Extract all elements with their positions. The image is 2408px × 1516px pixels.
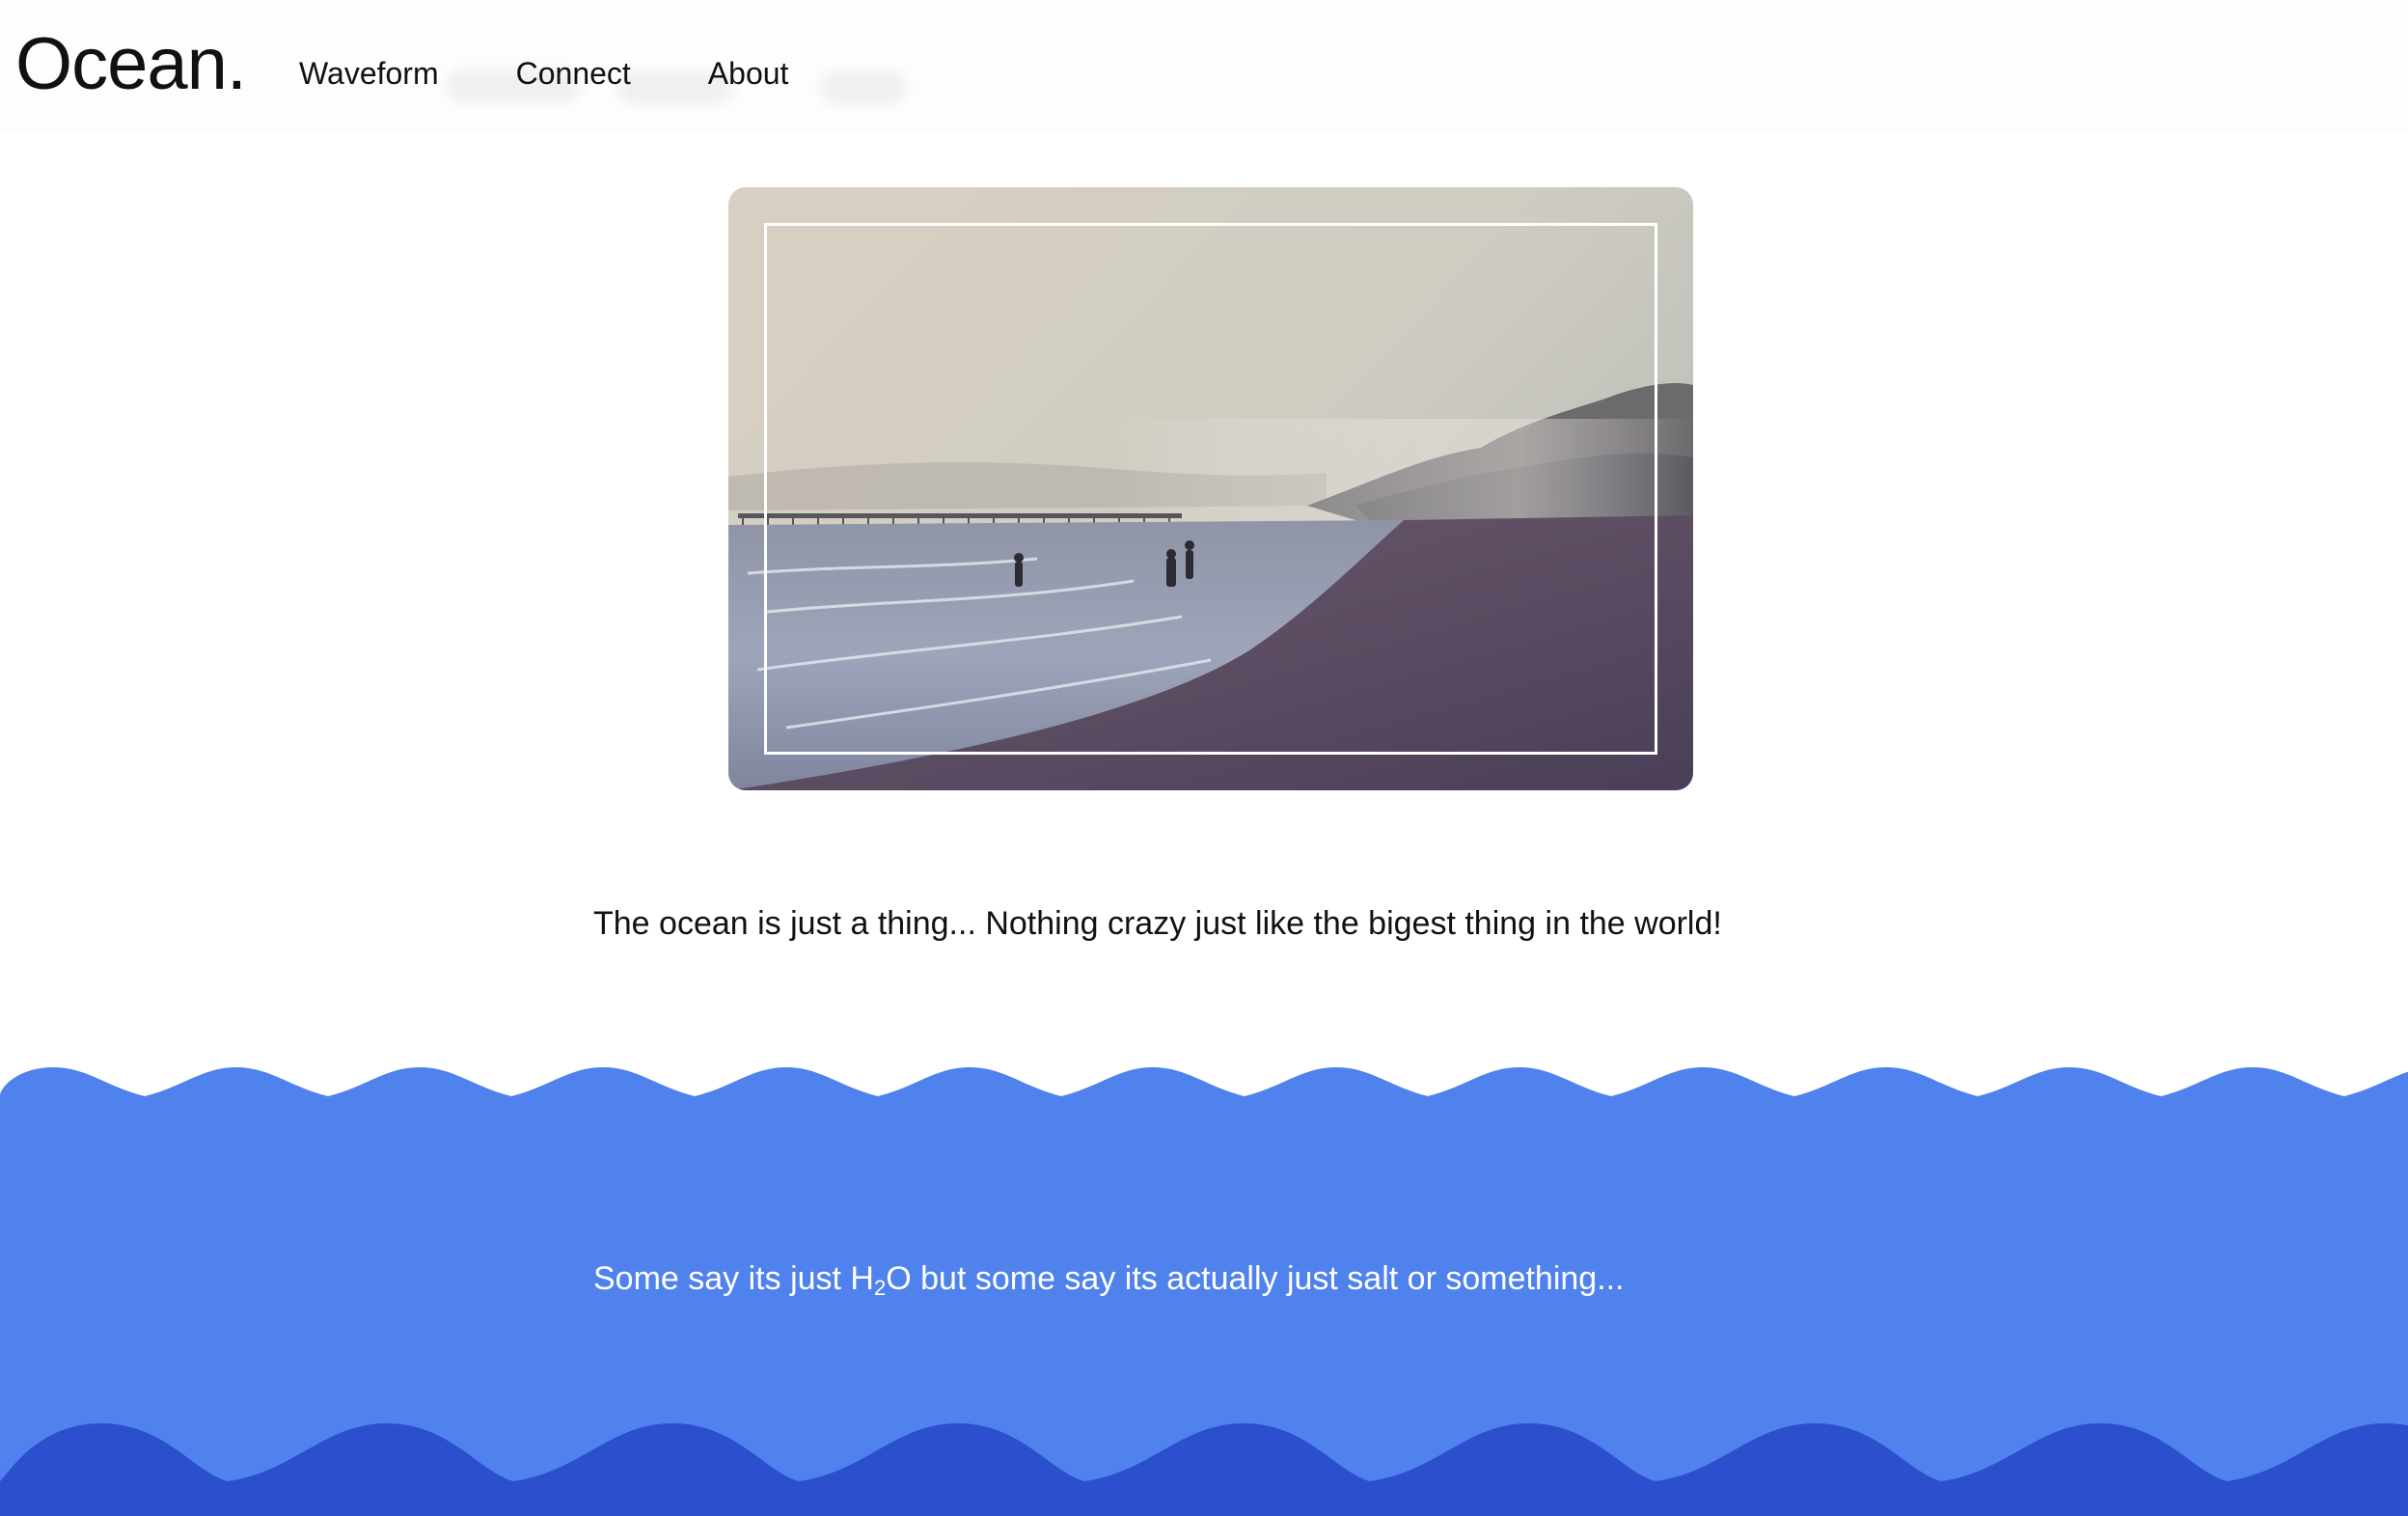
nav-hover-shadow: [617, 71, 733, 104]
wave-dark: [0, 1423, 2408, 1516]
h2o-text-suffix: O but some say its actually just salt or…: [886, 1260, 1625, 1297]
intro-text: The ocean is just a thing... Nothing cra…: [593, 905, 1722, 942]
nav-hover-shadow: [820, 71, 907, 104]
nav-hover-shadow: [446, 69, 581, 102]
h2o-text: Some say its just H2O but some say its a…: [593, 1256, 1625, 1301]
nav-link-waveform[interactable]: Waveform: [299, 54, 439, 93]
h2o-subscript: 2: [873, 1276, 887, 1300]
page: Ocean. Waveform Connect About The ocean …: [0, 0, 2408, 1516]
site-logo[interactable]: Ocean.: [15, 21, 247, 108]
h2o-text-prefix: Some say its just H: [593, 1260, 874, 1297]
hero-image: [728, 187, 1693, 790]
beach-photo-illustration: [728, 187, 1693, 790]
site-header: Ocean. Waveform Connect About: [0, 0, 2408, 127]
